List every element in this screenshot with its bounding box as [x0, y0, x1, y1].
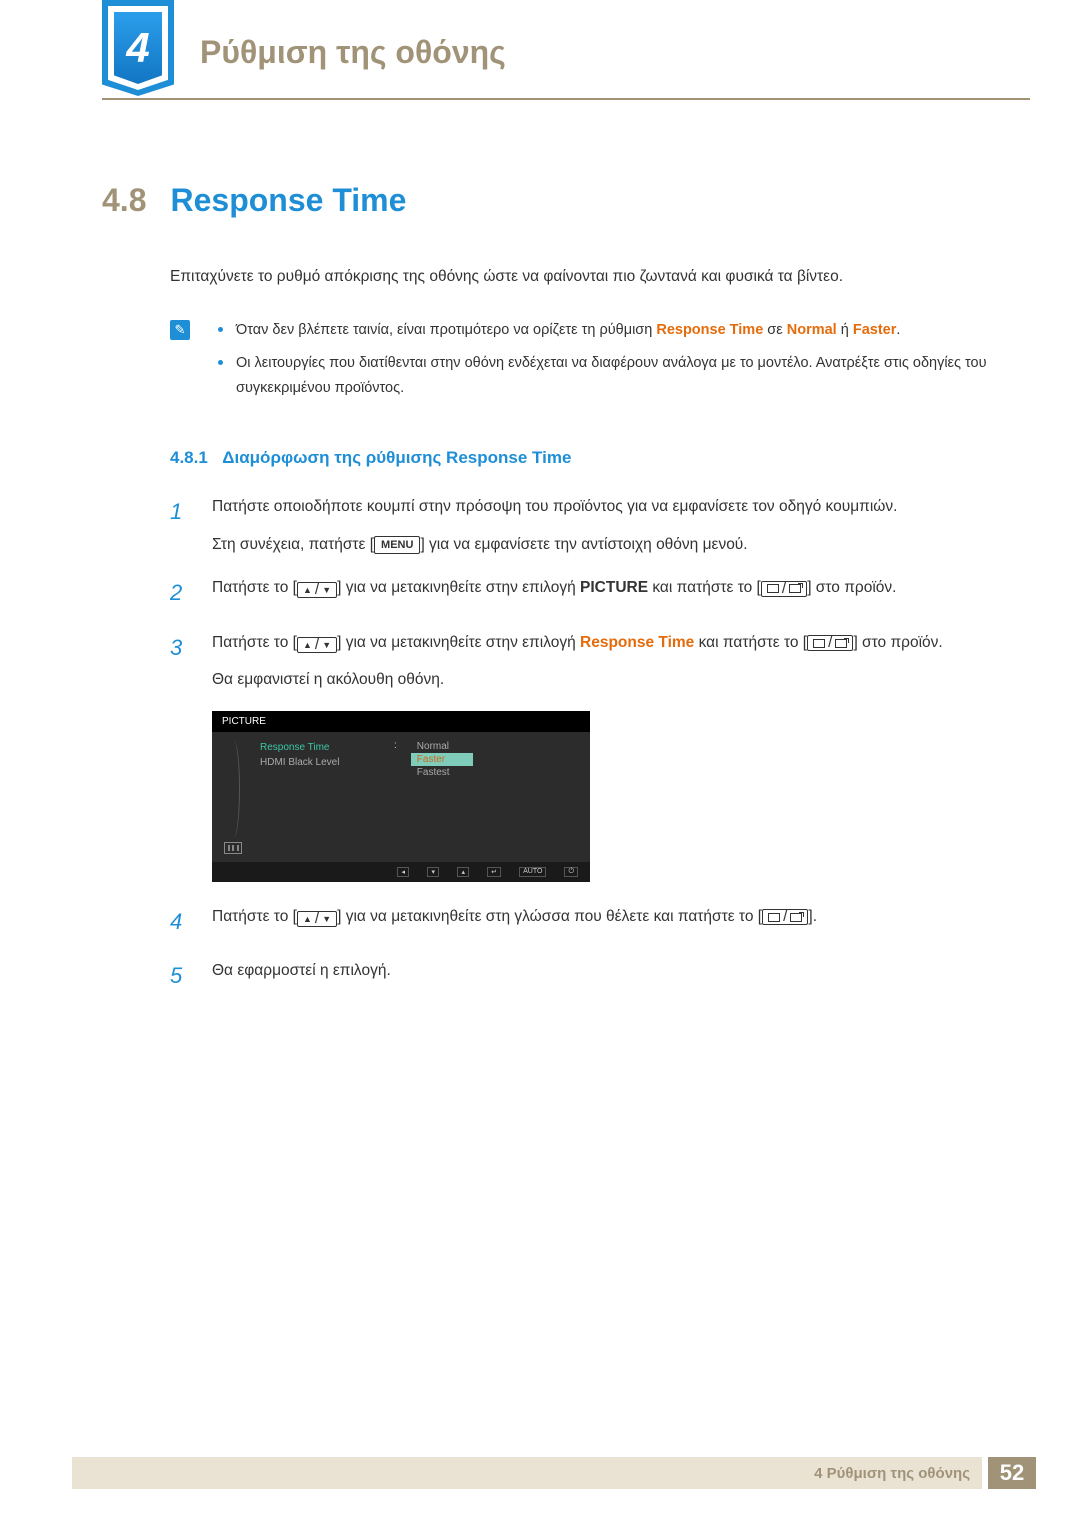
nav-enter-icon: ↵ — [487, 867, 501, 877]
note-block: ✎ Όταν δεν βλέπετε ταινία, είναι προτιμό… — [170, 318, 1010, 408]
step-1: 1 Πατήστε οποιοδήποτε κουμπί στην πρόσοψ… — [170, 494, 1010, 557]
nav-auto: AUTO — [519, 867, 546, 877]
step-3-sub: Θα εμφανιστεί η ακόλουθη οθόνη. — [212, 667, 1010, 693]
step-number: 3 — [170, 630, 190, 693]
osd-item-response-time: Response Time — [260, 740, 380, 755]
step-3: 3 Πατήστε το [▲/▼] για να μετακινηθείτε … — [170, 630, 1010, 693]
chapter-number: 4 — [114, 12, 162, 84]
enter-key: / — [807, 635, 853, 651]
chapter-title: Ρύθμιση της οθόνης — [200, 34, 506, 71]
step-number: 5 — [170, 958, 190, 994]
enter-key: / — [761, 581, 807, 597]
osd-body: Response Time HDMI Black Level : Normal … — [212, 732, 590, 862]
osd-title: PICTURE — [212, 711, 590, 732]
osd-screenshot: PICTURE Response Time HDMI Black Level :… — [212, 711, 590, 882]
step-body: Πατήστε το [▲/▼] για να μετακινηθείτε στ… — [212, 630, 1010, 693]
osd-option-fastest: Fastest — [411, 766, 473, 779]
section-heading: 4.8 Response Time — [102, 182, 1010, 219]
note-item-2: Οι λειτουργίες που διατίθενται στην οθόν… — [218, 351, 1010, 400]
menu-key: MENU — [374, 536, 420, 554]
step-body: Πατήστε το [▲/▼] για να μετακινηθείτε στ… — [212, 904, 1010, 940]
step-number: 1 — [170, 494, 190, 557]
osd-menu: Response Time HDMI Black Level : Normal … — [260, 740, 580, 854]
step-number: 4 — [170, 904, 190, 940]
step-body: Πατήστε οποιοδήποτε κουμπί στην πρόσοψη … — [212, 494, 1010, 557]
updown-key: ▲/▼ — [297, 637, 337, 653]
page-content: 4.8 Response Time Επιταχύνετε το ρυθμό α… — [102, 182, 1010, 1012]
osd-option-normal: Normal — [411, 740, 473, 753]
keyword-faster: Faster — [853, 322, 897, 338]
step-body: Θα εφαρμοστεί η επιλογή. — [212, 958, 1010, 994]
section-intro: Επιταχύνετε το ρυθμό απόκρισης της οθόνη… — [170, 265, 1010, 288]
step-5: 5 Θα εφαρμοστεί η επιλογή. — [170, 958, 1010, 994]
osd-items: Response Time HDMI Black Level — [260, 740, 380, 854]
enter-key: / — [762, 909, 808, 925]
footer-text: 4 Ρύθμιση της οθόνης — [72, 1457, 982, 1489]
step-1-sub: Στη συνέχεια, πατήστε [MENU] για να εμφα… — [212, 532, 1010, 558]
step-number: 2 — [170, 575, 190, 611]
keyword-response-time: Response Time — [656, 322, 763, 338]
osd-colon: : — [394, 740, 397, 854]
subsection-heading: 4.8.1 Διαμόρφωση της ρύθμισης Response T… — [170, 448, 1010, 468]
osd-options: Normal Faster Fastest — [411, 740, 580, 854]
footer: 4 Ρύθμιση της οθόνης 52 — [72, 1457, 1036, 1489]
subsection-title: Διαμόρφωση της ρύθμισης Response Time — [222, 448, 571, 467]
subsection-number: 4.8.1 — [170, 448, 208, 467]
osd-item-hdmi-black: HDMI Black Level — [260, 755, 380, 770]
note-list: Όταν δεν βλέπετε ταινία, είναι προτιμότε… — [218, 318, 1010, 408]
osd-option-faster: Faster — [411, 753, 473, 766]
keyword-picture: PICTURE — [580, 579, 648, 596]
updown-key: ▲/▼ — [297, 911, 337, 927]
osd-left-icons — [220, 740, 246, 854]
battery-icon — [224, 842, 242, 854]
step-4: 4 Πατήστε το [▲/▼] για να μετακινηθείτε … — [170, 904, 1010, 940]
step-2: 2 Πατήστε το [▲/▼] για να μετακινηθείτε … — [170, 575, 1010, 611]
note-icon: ✎ — [170, 320, 190, 340]
nav-down-icon: ▾ — [427, 867, 439, 877]
step-body: Πατήστε το [▲/▼] για να μετακινηθείτε στ… — [212, 575, 1010, 611]
osd-nav: ◂ ▾ ▴ ↵ AUTO ⏻ — [212, 862, 590, 882]
nav-left-icon: ◂ — [397, 867, 409, 877]
footer-page-number: 52 — [988, 1457, 1036, 1489]
updown-key: ▲/▼ — [297, 582, 337, 598]
keyword-response-time: Response Time — [580, 634, 694, 651]
nav-power-icon: ⏻ — [564, 867, 578, 877]
section-title: Response Time — [170, 182, 406, 219]
keyword-normal: Normal — [787, 322, 837, 338]
nav-up-icon: ▴ — [457, 867, 469, 877]
section-number: 4.8 — [102, 182, 146, 219]
note-item-1: Όταν δεν βλέπετε ταινία, είναι προτιμότε… — [218, 318, 1010, 343]
